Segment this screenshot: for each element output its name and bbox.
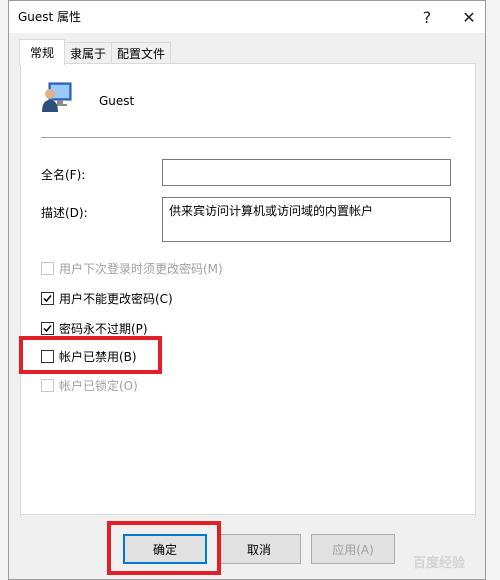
checkbox-label: 用户不能更改密码(C) bbox=[59, 292, 173, 306]
help-button[interactable]: ? bbox=[413, 5, 441, 29]
fullname-label: 全名(F): bbox=[41, 168, 86, 182]
checkbox-account-locked[interactable]: 帐户已锁定(O) bbox=[41, 377, 138, 394]
account-username: Guest bbox=[99, 94, 135, 108]
description-field[interactable]: 供来宾访问计算机或访问域的内置帐户 bbox=[162, 197, 451, 242]
checkmark-icon bbox=[43, 325, 52, 333]
fullname-field[interactable] bbox=[162, 159, 451, 186]
tab-label: 隶属于 bbox=[69, 46, 106, 61]
user-icon bbox=[42, 82, 72, 112]
apply-button[interactable]: 应用(A) bbox=[311, 534, 395, 564]
checkbox-password-never-expires[interactable]: 密码永不过期(P) bbox=[41, 320, 148, 337]
checkbox-must-change-password[interactable]: 用户下次登录时须更改密码(M) bbox=[41, 260, 223, 277]
watermark: 百度经验 bbox=[412, 556, 465, 571]
tab-member-of[interactable]: 隶属于 bbox=[64, 42, 112, 63]
checkbox-label: 用户下次登录时须更改密码(M) bbox=[59, 262, 223, 276]
highlight-box bbox=[107, 521, 221, 575]
properties-dialog: Guest 属性 ? ✕ 常规 隶属于 配置文件 Guest 全名(F): 描述… bbox=[8, 0, 486, 580]
close-button[interactable]: ✕ bbox=[455, 5, 483, 29]
checkbox-box[interactable] bbox=[41, 379, 54, 392]
checkbox-cannot-change-password[interactable]: 用户不能更改密码(C) bbox=[41, 290, 173, 307]
tab-strip: 常规 隶属于 配置文件 bbox=[9, 33, 485, 65]
tab-label: 配置文件 bbox=[116, 46, 165, 61]
tab-general[interactable]: 常规 bbox=[19, 39, 65, 65]
close-icon: ✕ bbox=[462, 7, 476, 27]
highlight-box bbox=[19, 336, 162, 374]
general-panel: Guest 全名(F): 描述(D): 供来宾访问计算机或访问域的内置帐户 用户… bbox=[19, 63, 476, 515]
tab-label: 常规 bbox=[29, 46, 54, 60]
checkbox-label: 密码永不过期(P) bbox=[59, 322, 148, 336]
cancel-button[interactable]: 取消 bbox=[217, 534, 301, 564]
help-icon: ? bbox=[422, 7, 432, 27]
button-bar: 确定 取消 应用(A) 百度经验 bbox=[9, 515, 485, 579]
checkbox-box[interactable] bbox=[41, 292, 54, 305]
checkbox-label: 帐户已锁定(O) bbox=[59, 379, 138, 393]
tab-profile[interactable]: 配置文件 bbox=[111, 42, 171, 63]
checkbox-box[interactable] bbox=[41, 262, 54, 275]
checkmark-icon bbox=[43, 295, 52, 303]
divider bbox=[41, 137, 451, 138]
checkbox-box[interactable] bbox=[41, 322, 54, 335]
description-label: 描述(D): bbox=[41, 206, 88, 220]
dialog-title: Guest 属性 bbox=[18, 10, 82, 24]
background-window-right bbox=[486, 0, 500, 580]
title-bar: Guest 属性 ? ✕ bbox=[9, 1, 485, 33]
